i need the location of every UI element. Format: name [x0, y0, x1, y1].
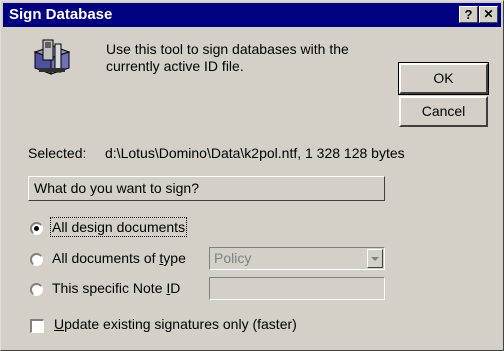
- option-label-note-pre: This specific Note: [52, 280, 167, 296]
- window-title: Sign Database: [9, 6, 113, 23]
- sign-database-tool-icon: [31, 38, 71, 78]
- ok-button[interactable]: OK: [398, 62, 489, 95]
- help-button[interactable]: ?: [459, 6, 478, 23]
- sign-database-dialog: Sign Database ? ✕ Use this tool to sign …: [0, 0, 504, 351]
- intro-line-2: currently active ID file.: [106, 58, 244, 74]
- chevron-down-icon[interactable]: [367, 249, 383, 268]
- radio-all-documents-of-type[interactable]: [30, 253, 43, 266]
- radio-all-design-documents[interactable]: [30, 222, 43, 235]
- selected-label: Selected:: [28, 145, 87, 161]
- radio-selected-dot: [34, 226, 39, 231]
- option-label-type-post: ype: [163, 250, 186, 266]
- option-label-note-post: D: [170, 280, 181, 296]
- ok-label: OK: [433, 70, 454, 86]
- update-existing-checkbox[interactable]: [30, 319, 44, 333]
- option-label-all-design: All design documents: [52, 219, 186, 235]
- cancel-label: Cancel: [421, 103, 466, 119]
- title-bar[interactable]: Sign Database ? ✕: [3, 3, 501, 27]
- close-button[interactable]: ✕: [479, 6, 498, 23]
- label-all-documents-of-type[interactable]: All documents of type: [52, 250, 186, 266]
- checkbox-label-accel: U: [54, 316, 65, 332]
- note-id-input[interactable]: [209, 277, 385, 300]
- label-specific-note-id[interactable]: This specific Note ID: [52, 280, 180, 296]
- label-all-design-documents[interactable]: All design documents: [49, 217, 188, 237]
- selected-file-info: d:\Lotus\Domino\Data\k2pol.ntf, 1 328 12…: [105, 145, 405, 161]
- cancel-button[interactable]: Cancel: [399, 96, 488, 127]
- intro-line-1: Use this tool to sign databases with the: [106, 41, 349, 57]
- group-title: What do you want to sign?: [34, 180, 199, 196]
- checkbox-label-rest: pdate existing signatures only (faster): [64, 316, 297, 332]
- update-existing-label[interactable]: Update existing signatures only (faster): [54, 316, 297, 332]
- group-header: What do you want to sign?: [28, 176, 385, 201]
- radio-specific-note-id[interactable]: [30, 283, 43, 296]
- option-label-type-pre: All documents of: [52, 250, 160, 266]
- document-type-dropdown[interactable]: Policy: [209, 247, 385, 270]
- document-type-value: Policy: [214, 250, 252, 266]
